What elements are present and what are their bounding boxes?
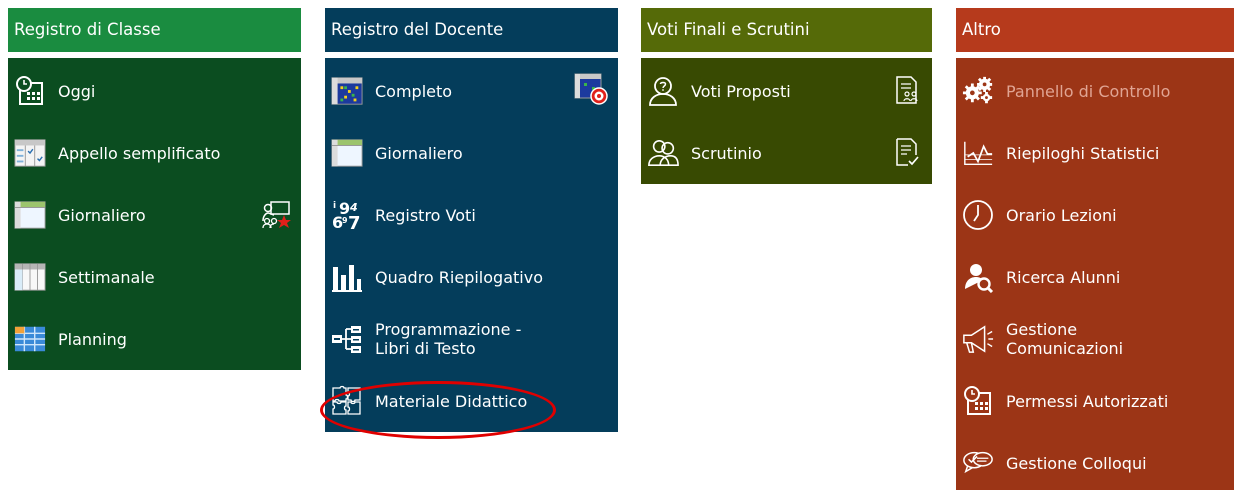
menu-item-quadro-riepilogativo[interactable]: Quadro Riepilogativo — [325, 246, 618, 308]
menu-item-label: Riepiloghi Statistici — [1006, 143, 1160, 163]
menu-item-riepiloghi-statistici[interactable]: Riepiloghi Statistici — [956, 122, 1234, 184]
altro-header: Altro — [956, 8, 1234, 52]
menu-item-label: Pannello di Controllo — [1006, 81, 1171, 101]
menu-item-label: Scrutinio — [691, 143, 762, 163]
menu-item-label: Ricerca Alunni — [1006, 267, 1121, 287]
altro-panel: Altro Pannello di Controllo Riepiloghi S… — [956, 8, 1234, 490]
weekly-register-icon — [14, 261, 46, 293]
calendar-clock-icon — [14, 75, 46, 107]
user-question-icon — [647, 75, 679, 107]
user-search-icon — [962, 261, 994, 293]
grid-register-icon — [331, 75, 363, 107]
menu-item-label: Planning — [58, 329, 127, 349]
voti-finali-header: Voti Finali e Scrutini — [641, 8, 932, 52]
calendar-clock-icon — [962, 385, 994, 417]
users-group-icon — [647, 137, 679, 169]
menu-item-scrutinio[interactable]: Scrutinio — [641, 122, 932, 184]
puzzle-icon — [331, 385, 363, 417]
statistics-chart-icon — [962, 137, 994, 169]
tree-structure-icon — [331, 323, 363, 355]
planning-grid-icon — [14, 323, 46, 355]
menu-item-label: Permessi Autorizzati — [1006, 391, 1169, 411]
menu-item-label: Quadro Riepilogativo — [375, 267, 543, 287]
menu-item-label: Settimanale — [58, 267, 155, 287]
menu-item-label: Programmazione - Libri di Testo — [375, 320, 522, 358]
clock-icon — [962, 199, 994, 231]
voti-finali-panel: Voti Finali e Scrutini Voti Proposti Scr… — [641, 8, 932, 184]
altro-menu: Pannello di Controllo Riepiloghi Statist… — [956, 58, 1234, 490]
menu-item-label: Voti Proposti — [691, 81, 791, 101]
chat-bubbles-icon — [962, 447, 994, 479]
menu-item-orario-lezioni[interactable]: Orario Lezioni — [956, 184, 1234, 246]
menu-item-ricerca-alunni[interactable]: Ricerca Alunni — [956, 246, 1234, 308]
grid-target-icon[interactable] — [574, 73, 608, 105]
menu-item-permessi-autorizzati[interactable]: Permessi Autorizzati — [956, 370, 1234, 432]
megaphone-icon — [962, 323, 994, 355]
grades-numbers-icon: i94697 — [331, 199, 363, 231]
menu-item-label: Oggi — [58, 81, 96, 101]
menu-item-oggi[interactable]: Oggi — [8, 60, 301, 122]
menu-item-planning[interactable]: Planning — [8, 308, 301, 370]
registro-classe-panel: Registro di Classe Oggi Appello semplifi… — [8, 8, 301, 370]
menu-item-materiale-didattico[interactable]: Materiale Didattico — [325, 370, 618, 432]
menu-item-label: Giornaliero — [375, 143, 463, 163]
voti-finali-menu: Voti Proposti Scrutinio — [641, 58, 932, 184]
menu-item-gestione-colloqui[interactable]: Gestione Colloqui — [956, 432, 1234, 494]
menu-item-gestione-comunicazioni[interactable]: Gestione Comunicazioni — [956, 308, 1234, 370]
registro-classe-header: Registro di Classe — [8, 8, 301, 52]
registro-docente-header: Registro del Docente — [325, 8, 618, 52]
menu-item-label: Materiale Didattico — [375, 391, 528, 411]
daily-register-icon — [331, 137, 363, 169]
menu-item-label: Completo — [375, 81, 453, 101]
teacher-board-star-icon[interactable] — [261, 199, 291, 229]
registro-docente-panel: Registro del Docente Completo Giornalier… — [325, 8, 618, 432]
menu-item-pannello-di-controllo[interactable]: Pannello di Controllo — [956, 60, 1234, 122]
roll-call-icon — [14, 137, 46, 169]
menu-item-registro-voti[interactable]: i94697 Registro Voti — [325, 184, 618, 246]
document-users-icon[interactable] — [892, 75, 922, 105]
menu-item-programmazione[interactable]: Programmazione - Libri di Testo — [325, 308, 618, 370]
daily-register-icon — [14, 199, 46, 231]
menu-item-label: Appello semplificato — [58, 143, 221, 163]
svg-text:i: i — [333, 201, 336, 211]
menu-item-settimanale[interactable]: Settimanale — [8, 246, 301, 308]
svg-text:7: 7 — [348, 213, 361, 231]
menu-item-label: Gestione Comunicazioni — [1006, 320, 1124, 358]
menu-item-appello-semplificato[interactable]: Appello semplificato — [8, 122, 301, 184]
menu-item-label: Orario Lezioni — [1006, 205, 1117, 225]
menu-item-voti-proposti[interactable]: Voti Proposti — [641, 60, 932, 122]
document-check-icon[interactable] — [892, 137, 922, 167]
menu-item-completo[interactable]: Completo — [325, 60, 618, 122]
registro-docente-menu: Completo Giornaliero i94697 Registro Vot… — [325, 58, 618, 432]
menu-item-label: Gestione Colloqui — [1006, 453, 1147, 473]
gears-icon — [962, 75, 994, 107]
registro-classe-menu: Oggi Appello semplificato Giornaliero Se… — [8, 58, 301, 370]
bar-chart-icon — [331, 261, 363, 293]
menu-item-label: Giornaliero — [58, 205, 146, 225]
menu-item-label: Registro Voti — [375, 205, 476, 225]
menu-item-giornaliero-docente[interactable]: Giornaliero — [325, 122, 618, 184]
menu-item-giornaliero[interactable]: Giornaliero — [8, 184, 301, 246]
